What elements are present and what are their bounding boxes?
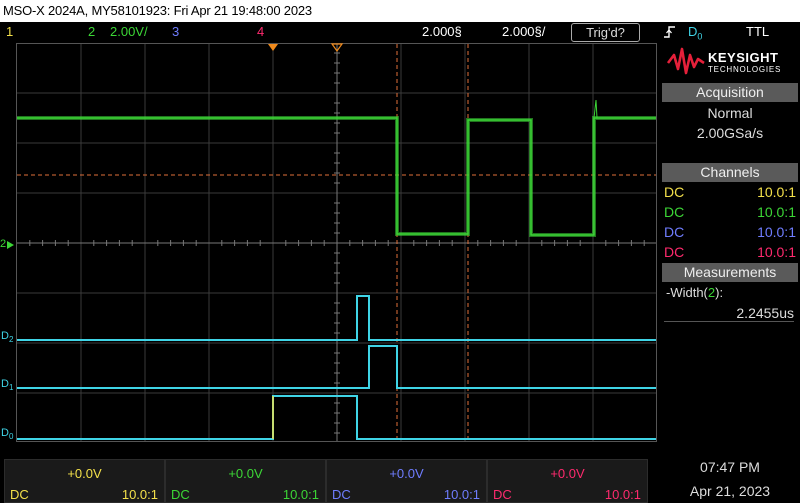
timebase[interactable]: 2.000§/ <box>502 22 545 42</box>
ch4-coupling: DC <box>493 487 512 502</box>
ch2-label[interactable]: 2 <box>88 22 95 42</box>
channel-row-4[interactable]: DC 10.0:1 <box>664 242 796 262</box>
ch3-settings-box[interactable]: +0.0V DC 10.0:1 <box>326 459 487 503</box>
logo-subtitle: TECHNOLOGIES <box>708 65 782 74</box>
clock-date: Apr 21, 2023 <box>689 483 771 499</box>
ch2-coupling: DC <box>171 487 190 502</box>
trigger-position-marker <box>268 44 278 51</box>
ch2-scale[interactable]: 2.00V/ <box>110 22 148 42</box>
ch4-offset: +0.0V <box>550 466 585 481</box>
channels-header[interactable]: Channels <box>662 163 798 182</box>
d2-label: D2 <box>1 330 14 344</box>
measurement-value: 2.2455us <box>664 305 794 322</box>
ch4-settings-box[interactable]: +0.0V DC 10.0:1 <box>487 459 648 503</box>
trigger-edge-icon <box>663 25 677 39</box>
acquisition-header[interactable]: Acquisition <box>662 83 798 102</box>
ch1-label[interactable]: 1 <box>6 22 13 42</box>
ch2-offset: +0.0V <box>228 466 263 481</box>
keysight-logo: KEYSIGHT TECHNOLOGIES <box>660 42 800 82</box>
ch1-settings-box[interactable]: +0.0V DC 10.0:1 <box>4 459 165 503</box>
d0-label: D0 <box>1 427 14 441</box>
logo-name: KEYSIGHT <box>708 50 779 65</box>
keysight-wave-icon <box>666 47 705 75</box>
trigger-level[interactable]: TTL <box>746 22 769 42</box>
ch3-label[interactable]: 3 <box>172 22 179 42</box>
window-title: MSO-X 2024A, MY58101923: Fri Apr 21 19:4… <box>0 0 800 22</box>
bottom-bar: +0.0V DC 10.0:1 +0.0V DC 10.0:1 +0.0V DC… <box>0 455 800 503</box>
clock-time: 07:47 PM <box>700 459 760 475</box>
left-labels: 2 D2 D1 D0 <box>0 238 14 441</box>
ch3-probe: 10.0:1 <box>443 487 480 502</box>
waveform-display[interactable]: 2 D2 D1 D0 <box>0 42 660 444</box>
channel-row-1[interactable]: DC 10.0:1 <box>664 182 796 202</box>
measurement-label: -Width(2): <box>666 285 724 300</box>
ch2-ground-marker: 2 <box>0 238 6 250</box>
ch1-probe: 10.0:1 <box>121 487 158 502</box>
right-panel: KEYSIGHT TECHNOLOGIES Acquisition Normal… <box>660 42 800 442</box>
channel-row-2[interactable]: DC 10.0:1 <box>664 202 796 222</box>
trigger-status[interactable]: Trig'd? <box>571 23 640 42</box>
ch1-coupling: DC <box>10 487 29 502</box>
ch3-coupling: DC <box>332 487 351 502</box>
ch2-probe: 10.0:1 <box>282 487 319 502</box>
d1-label: D1 <box>1 378 14 392</box>
ch3-offset: +0.0V <box>389 466 424 481</box>
channel-strip: 1 2 2.00V/ 3 4 2.000§ 2.000§/ <box>0 22 660 42</box>
sample-rate: 2.00GSa/s <box>696 125 764 141</box>
ch2-ground-arrow <box>7 241 14 249</box>
trigger-info: D0 TTL <box>660 22 800 42</box>
graticule-center-axes <box>17 44 656 441</box>
acquisition-mode: Normal <box>707 105 753 121</box>
ch2-settings-box[interactable]: +0.0V DC 10.0:1 <box>165 459 326 503</box>
horizontal-delay[interactable]: 2.000§ <box>422 22 462 42</box>
ch4-probe: 10.0:1 <box>604 487 641 502</box>
ch4-label[interactable]: 4 <box>257 22 264 42</box>
channel-row-3[interactable]: DC 10.0:1 <box>664 222 796 242</box>
ch1-offset: +0.0V <box>67 466 102 481</box>
measurements-header[interactable]: Measurements <box>662 263 798 282</box>
